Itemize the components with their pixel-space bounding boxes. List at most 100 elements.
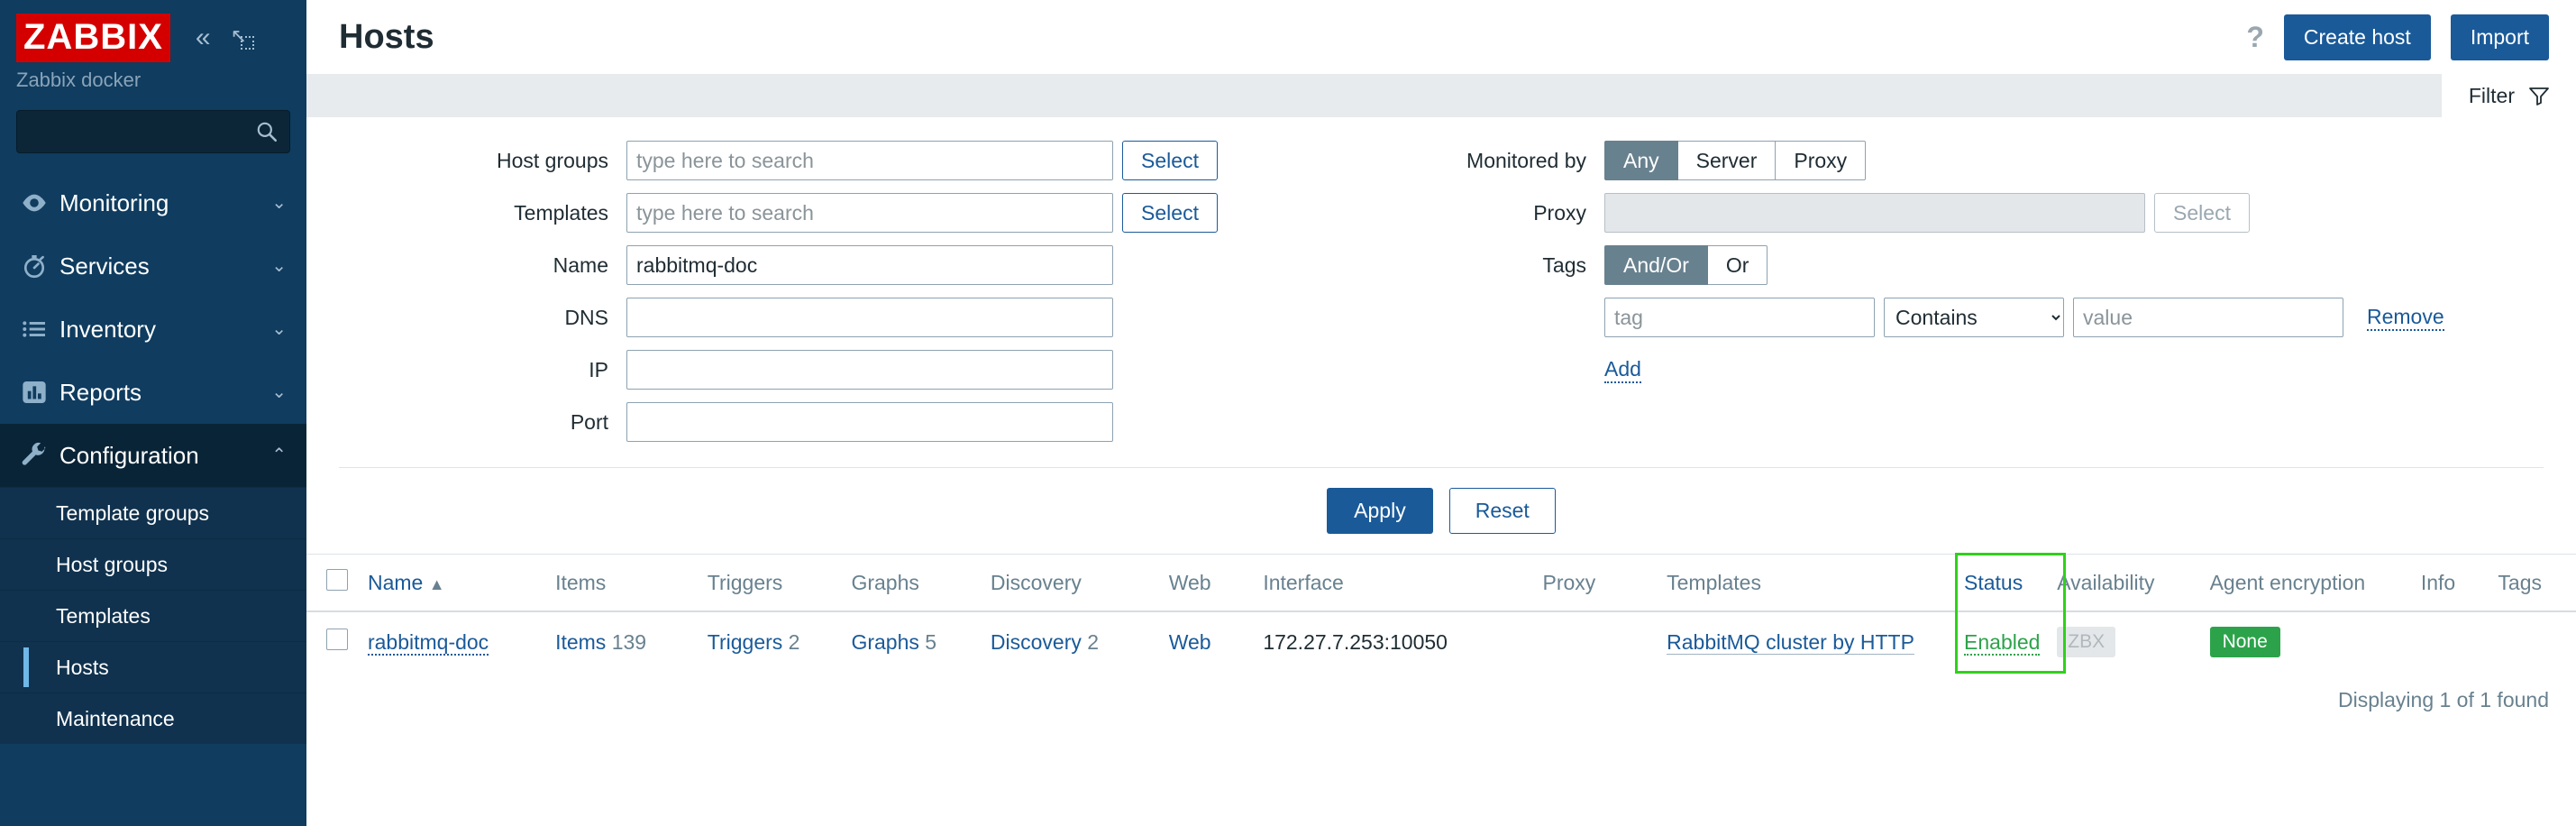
tag-name-input[interactable]: [1604, 298, 1875, 337]
row-status-cell: Enabled: [1964, 611, 2057, 672]
availability-zbx-badge[interactable]: ZBX: [2057, 627, 2115, 657]
monitored-by-option-any[interactable]: Any: [1604, 141, 1678, 180]
templates-label: Templates: [306, 201, 626, 225]
select-all-header: [306, 555, 368, 611]
table-row: rabbitmq-doc Items 139 Triggers 2 Graphs: [306, 611, 2576, 672]
header-name[interactable]: Name ▲: [368, 555, 555, 611]
result-count: Displaying 1 of 1 found: [306, 672, 2576, 712]
search-input[interactable]: [16, 110, 290, 153]
filter-row-tag-add: Add: [1388, 350, 2576, 390]
sidebar-item-host-groups[interactable]: Host groups: [0, 538, 306, 590]
create-host-button[interactable]: Create host: [2284, 14, 2431, 60]
name-input[interactable]: [626, 245, 1113, 285]
tab-filter[interactable]: Filter: [2442, 74, 2576, 117]
tags-label: Tags: [1388, 253, 1604, 278]
filter-row-tags-operator: Tags And/Or Or: [1388, 245, 2576, 285]
monitored-by-segmented: Any Server Proxy: [1604, 141, 1866, 180]
row-discovery-cell: Discovery 2: [991, 611, 1169, 672]
page-title: Hosts: [339, 18, 434, 57]
header-interface: Interface: [1263, 555, 1542, 611]
sidebar-item-configuration[interactable]: Configuration ⌃: [0, 424, 306, 487]
items-link[interactable]: Items: [555, 630, 606, 654]
monitored-by-option-server[interactable]: Server: [1678, 141, 1777, 180]
filter-row-tag-condition: Contains Remove: [1388, 298, 2576, 337]
row-availability-cell: ZBX: [2057, 611, 2209, 672]
tag-remove-link[interactable]: Remove: [2367, 305, 2444, 331]
status-badge[interactable]: Enabled: [1964, 630, 2040, 656]
row-checkbox-cell: [306, 611, 368, 672]
row-tags-cell: [2498, 611, 2576, 672]
import-button[interactable]: Import: [2451, 14, 2549, 60]
chevron-down-icon: ⌄: [271, 320, 287, 338]
templates-input[interactable]: [626, 193, 1113, 233]
sidebar-item-services[interactable]: Services ⌄: [0, 234, 306, 298]
discovery-link[interactable]: Discovery: [991, 630, 1082, 654]
sidebar-item-template-groups[interactable]: Template groups: [0, 487, 306, 538]
ip-input[interactable]: [626, 350, 1113, 390]
sidebar-item-inventory[interactable]: Inventory ⌄: [0, 298, 306, 361]
chevron-down-icon: ⌄: [271, 194, 287, 212]
proxy-select-button: Select: [2154, 193, 2250, 233]
tags-operator-andor[interactable]: And/Or: [1604, 245, 1708, 285]
filter-strip: Filter: [306, 74, 2576, 117]
header-name-link[interactable]: Name: [368, 571, 423, 594]
triggers-count: 2: [789, 630, 800, 654]
filter-row-host-groups: Host groups Select: [306, 141, 1334, 180]
sidebar-item-monitoring[interactable]: Monitoring ⌄: [0, 171, 306, 234]
submenu-label: Template groups: [56, 501, 209, 526]
sidebar-item-reports[interactable]: Reports ⌄: [0, 361, 306, 424]
configuration-submenu: Template groups Host groups Templates Ho…: [0, 487, 306, 744]
wrench-icon: [20, 441, 59, 470]
filter-row-monitored-by: Monitored by Any Server Proxy: [1388, 141, 2576, 180]
items-count: 139: [612, 630, 646, 654]
header-agent-encryption: Agent encryption: [2210, 555, 2421, 611]
host-groups-select-button[interactable]: Select: [1122, 141, 1218, 180]
web-link[interactable]: Web: [1169, 630, 1211, 654]
row-checkbox[interactable]: [326, 629, 348, 650]
bar-chart-icon: [20, 378, 59, 407]
row-templates-cell: RabbitMQ cluster by HTTP: [1667, 611, 1964, 672]
sidebar-item-maintenance[interactable]: Maintenance: [0, 693, 306, 744]
filter-row-dns: DNS: [306, 298, 1334, 337]
tag-add-link[interactable]: Add: [1604, 357, 1641, 383]
question-mark-icon[interactable]: ?: [2246, 21, 2264, 54]
reset-button[interactable]: Reset: [1449, 488, 1556, 534]
template-link[interactable]: RabbitMQ cluster by HTTP: [1667, 630, 1914, 655]
proxy-label: Proxy: [1388, 201, 1604, 225]
graphs-link[interactable]: Graphs: [851, 630, 918, 654]
zabbix-logo[interactable]: ZABBIX: [16, 14, 170, 62]
triggers-link[interactable]: Triggers: [708, 630, 783, 654]
filter-row-ip: IP: [306, 350, 1334, 390]
host-groups-label: Host groups: [306, 149, 626, 173]
sidebar-item-hosts[interactable]: Hosts: [0, 641, 306, 693]
host-groups-input[interactable]: [626, 141, 1113, 180]
tag-condition-select[interactable]: Contains: [1884, 298, 2064, 337]
chevron-down-icon: ⌄: [271, 257, 287, 275]
submenu-label: Maintenance: [56, 707, 175, 731]
header-actions: ? Create host Import: [2246, 14, 2549, 60]
filter-actions: Apply Reset: [306, 468, 2576, 554]
dotted-box-glyph: [241, 36, 254, 50]
port-input[interactable]: [626, 402, 1113, 442]
tags-operator-or[interactable]: Or: [1708, 245, 1768, 285]
apply-button[interactable]: Apply: [1327, 488, 1433, 534]
sidebar-item-templates[interactable]: Templates: [0, 590, 306, 641]
filter-columns: Host groups Select Templates Select: [306, 141, 2576, 454]
host-name-link[interactable]: rabbitmq-doc: [368, 630, 489, 656]
chevron-double-left-icon[interactable]: «: [196, 24, 211, 51]
header-templates: Templates: [1667, 555, 1964, 611]
templates-select-button[interactable]: Select: [1122, 193, 1218, 233]
eye-icon: [20, 188, 59, 217]
header-status[interactable]: Status: [1964, 555, 2057, 611]
select-all-checkbox[interactable]: [326, 569, 348, 591]
hosts-table: Name ▲ Items Triggers Graphs Discovery W…: [306, 555, 2576, 672]
filter-tab-label: Filter: [2469, 84, 2515, 108]
tag-value-input[interactable]: [2073, 298, 2343, 337]
row-triggers-cell: Triggers 2: [708, 611, 852, 672]
header-status-link[interactable]: Status: [1964, 571, 2023, 594]
collapse-sidebar-icon[interactable]: ↖: [231, 26, 254, 50]
header-discovery: Discovery: [991, 555, 1169, 611]
filter-row-proxy: Proxy Select: [1388, 193, 2576, 233]
dns-input[interactable]: [626, 298, 1113, 337]
monitored-by-option-proxy[interactable]: Proxy: [1776, 141, 1866, 180]
